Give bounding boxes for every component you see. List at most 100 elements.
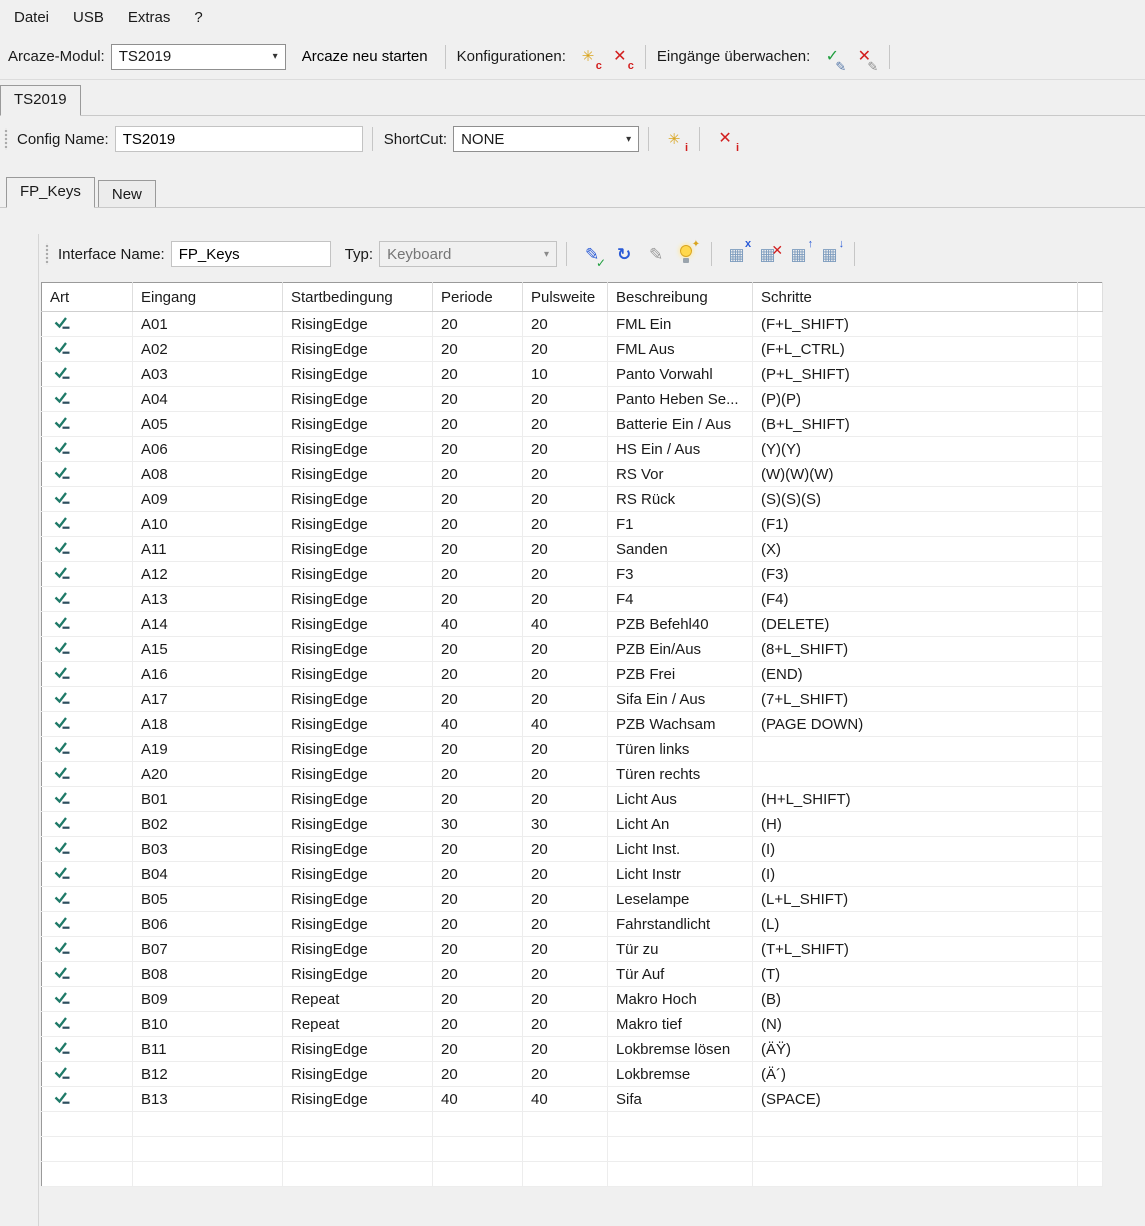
column-header-pulsweite[interactable]: Pulsweite bbox=[523, 283, 608, 312]
table-row[interactable]: A19RisingEdge2020Türen links bbox=[42, 737, 1103, 762]
art-cell bbox=[42, 837, 133, 862]
table-row[interactable]: A09RisingEdge2020RS Rück(S)(S)(S) bbox=[42, 487, 1103, 512]
monitor-on-icon[interactable]: ✓ ✎ bbox=[820, 45, 844, 69]
tab-new[interactable]: New bbox=[98, 180, 156, 207]
cell: F1 bbox=[608, 512, 753, 537]
table-row[interactable]: A08RisingEdge2020RS Vor(W)(W)(W) bbox=[42, 462, 1103, 487]
shortcut-select-value: NONE bbox=[461, 131, 504, 148]
monitor-off-icon[interactable]: ✕ ✎ bbox=[852, 45, 876, 69]
refresh-icon[interactable]: ↻ bbox=[612, 242, 636, 266]
table-row[interactable]: B11RisingEdge2020Lokbremse lösen(ÄŸ) bbox=[42, 1037, 1103, 1062]
cell: 20 bbox=[433, 962, 523, 987]
add-config-icon[interactable]: ✳ c bbox=[576, 45, 600, 69]
table-row[interactable]: B04RisingEdge2020Licht Instr(I) bbox=[42, 862, 1103, 887]
delete-interface-icon[interactable]: ✕ i bbox=[713, 127, 737, 151]
table-row[interactable]: A16RisingEdge2020PZB Frei(END) bbox=[42, 662, 1103, 687]
cell: RisingEdge bbox=[283, 662, 433, 687]
toolbar-grip[interactable] bbox=[45, 243, 49, 265]
table-row[interactable]: B03RisingEdge2020Licht Inst.(I) bbox=[42, 837, 1103, 862]
cell-empty bbox=[1078, 712, 1103, 737]
cell: RisingEdge bbox=[283, 612, 433, 637]
cell: B13 bbox=[133, 1087, 283, 1112]
table-row[interactable]: A01RisingEdge2020FML Ein(F+L_SHIFT) bbox=[42, 312, 1103, 337]
table-row[interactable]: B08RisingEdge2020Tür Auf(T) bbox=[42, 962, 1103, 987]
cell: A17 bbox=[133, 687, 283, 712]
cell-empty bbox=[1078, 537, 1103, 562]
cell: (I) bbox=[753, 862, 1078, 887]
table-header-row: Art Eingang Startbedingung Periode Pulsw… bbox=[42, 283, 1103, 312]
insert-row-icon[interactable]: ▦ x bbox=[724, 242, 749, 266]
menu-extras[interactable]: Extras bbox=[116, 3, 183, 32]
cell: A06 bbox=[133, 437, 283, 462]
cell: 40 bbox=[433, 612, 523, 637]
table-row[interactable]: A14RisingEdge4040PZB Befehl40(DELETE) bbox=[42, 612, 1103, 637]
move-row-up-icon[interactable]: ▦ ↑ bbox=[786, 242, 811, 266]
table-row[interactable]: B02RisingEdge3030Licht An(H) bbox=[42, 812, 1103, 837]
table-row[interactable]: B01RisingEdge2020Licht Aus(H+L_SHIFT) bbox=[42, 787, 1103, 812]
table-row[interactable]: A02RisingEdge2020FML Aus(F+L_CTRL) bbox=[42, 337, 1103, 362]
cell: A18 bbox=[133, 712, 283, 737]
move-row-down-icon[interactable]: ▦ ↓ bbox=[817, 242, 842, 266]
delete-row-icon[interactable]: ▦ ✕ bbox=[755, 242, 780, 266]
cell-empty bbox=[1078, 612, 1103, 637]
table-row[interactable]: B10Repeat2020Makro tief(N) bbox=[42, 1012, 1103, 1037]
art-cell bbox=[42, 487, 133, 512]
table-row[interactable]: A05RisingEdge2020Batterie Ein / Aus(B+L_… bbox=[42, 412, 1103, 437]
table-row[interactable]: B12RisingEdge2020Lokbremse(Ä´) bbox=[42, 1062, 1103, 1087]
column-header-periode[interactable]: Periode bbox=[433, 283, 523, 312]
menu-help[interactable]: ? bbox=[182, 3, 214, 32]
table-row[interactable]: A03RisingEdge2010Panto Vorwahl(P+L_SHIFT… bbox=[42, 362, 1103, 387]
table-row[interactable]: A10RisingEdge2020F1(F1) bbox=[42, 512, 1103, 537]
column-header-beschreibung[interactable]: Beschreibung bbox=[608, 283, 753, 312]
edit-disabled-icon: ✎ bbox=[644, 242, 668, 266]
restart-arcaze-button[interactable]: Arcaze neu starten bbox=[294, 44, 436, 69]
table-row[interactable]: B05RisingEdge2020Leselampe(L+L_SHIFT) bbox=[42, 887, 1103, 912]
cell-empty bbox=[1078, 412, 1103, 437]
input-event-icon bbox=[54, 816, 71, 829]
separator bbox=[889, 45, 890, 69]
table-row[interactable]: A20RisingEdge2020Türen rechts bbox=[42, 762, 1103, 787]
monitor-inputs-label: Eingänge überwachen: bbox=[657, 48, 810, 65]
shortcut-select[interactable]: NONE ▾ bbox=[453, 126, 639, 152]
table-row[interactable]: A15RisingEdge2020PZB Ein/Aus(8+L_SHIFT) bbox=[42, 637, 1103, 662]
table-row[interactable]: B06RisingEdge2020Fahrstandlicht(L) bbox=[42, 912, 1103, 937]
table-row[interactable]: A11RisingEdge2020Sanden(X) bbox=[42, 537, 1103, 562]
table-row[interactable]: B13RisingEdge4040Sifa(SPACE) bbox=[42, 1087, 1103, 1112]
input-event-icon bbox=[54, 391, 71, 404]
table-row[interactable]: A13RisingEdge2020F4(F4) bbox=[42, 587, 1103, 612]
hint-bulb-icon[interactable]: ✦ bbox=[676, 243, 698, 265]
apply-edit-icon[interactable]: ✎ ✓ bbox=[580, 242, 604, 266]
cell: A03 bbox=[133, 362, 283, 387]
table-row[interactable]: B09Repeat2020Makro Hoch(B) bbox=[42, 987, 1103, 1012]
input-event-icon bbox=[54, 441, 71, 454]
tab-fp-keys[interactable]: FP_Keys bbox=[6, 177, 95, 208]
toolbar-grip[interactable] bbox=[4, 128, 8, 150]
cell: RisingEdge bbox=[283, 312, 433, 337]
input-event-icon bbox=[54, 891, 71, 904]
cell: Batterie Ein / Aus bbox=[608, 412, 753, 437]
table-row[interactable]: A17RisingEdge2020Sifa Ein / Aus(7+L_SHIF… bbox=[42, 687, 1103, 712]
table-row[interactable]: B07RisingEdge2020Tür zu(T+L_SHIFT) bbox=[42, 937, 1103, 962]
table-row[interactable]: A04RisingEdge2020Panto Heben Se...(P)(P) bbox=[42, 387, 1103, 412]
tab-module-ts2019[interactable]: TS2019 bbox=[0, 85, 81, 116]
menu-datei[interactable]: Datei bbox=[2, 3, 61, 32]
table-row[interactable]: A06RisingEdge2020HS Ein / Aus(Y)(Y) bbox=[42, 437, 1103, 462]
cell-empty bbox=[1078, 962, 1103, 987]
column-header-art[interactable]: Art bbox=[42, 283, 133, 312]
cell: RisingEdge bbox=[283, 412, 433, 437]
cell: B09 bbox=[133, 987, 283, 1012]
table-row[interactable]: A18RisingEdge4040PZB Wachsam(PAGE DOWN) bbox=[42, 712, 1103, 737]
cell: B03 bbox=[133, 837, 283, 862]
interface-name-input[interactable] bbox=[171, 241, 331, 267]
config-name-input[interactable] bbox=[115, 126, 363, 152]
menu-usb[interactable]: USB bbox=[61, 3, 116, 32]
table-row[interactable]: A12RisingEdge2020F3(F3) bbox=[42, 562, 1103, 587]
cell: 20 bbox=[523, 387, 608, 412]
column-header-eingang[interactable]: Eingang bbox=[133, 283, 283, 312]
module-select[interactable]: TS2019 ▾ bbox=[111, 44, 286, 70]
delete-config-icon[interactable]: ✕ c bbox=[608, 45, 632, 69]
add-interface-icon[interactable]: ✳ i bbox=[662, 127, 686, 151]
column-header-schritte[interactable]: Schritte bbox=[753, 283, 1078, 312]
column-header-startbedingung[interactable]: Startbedingung bbox=[283, 283, 433, 312]
cell: RisingEdge bbox=[283, 337, 433, 362]
